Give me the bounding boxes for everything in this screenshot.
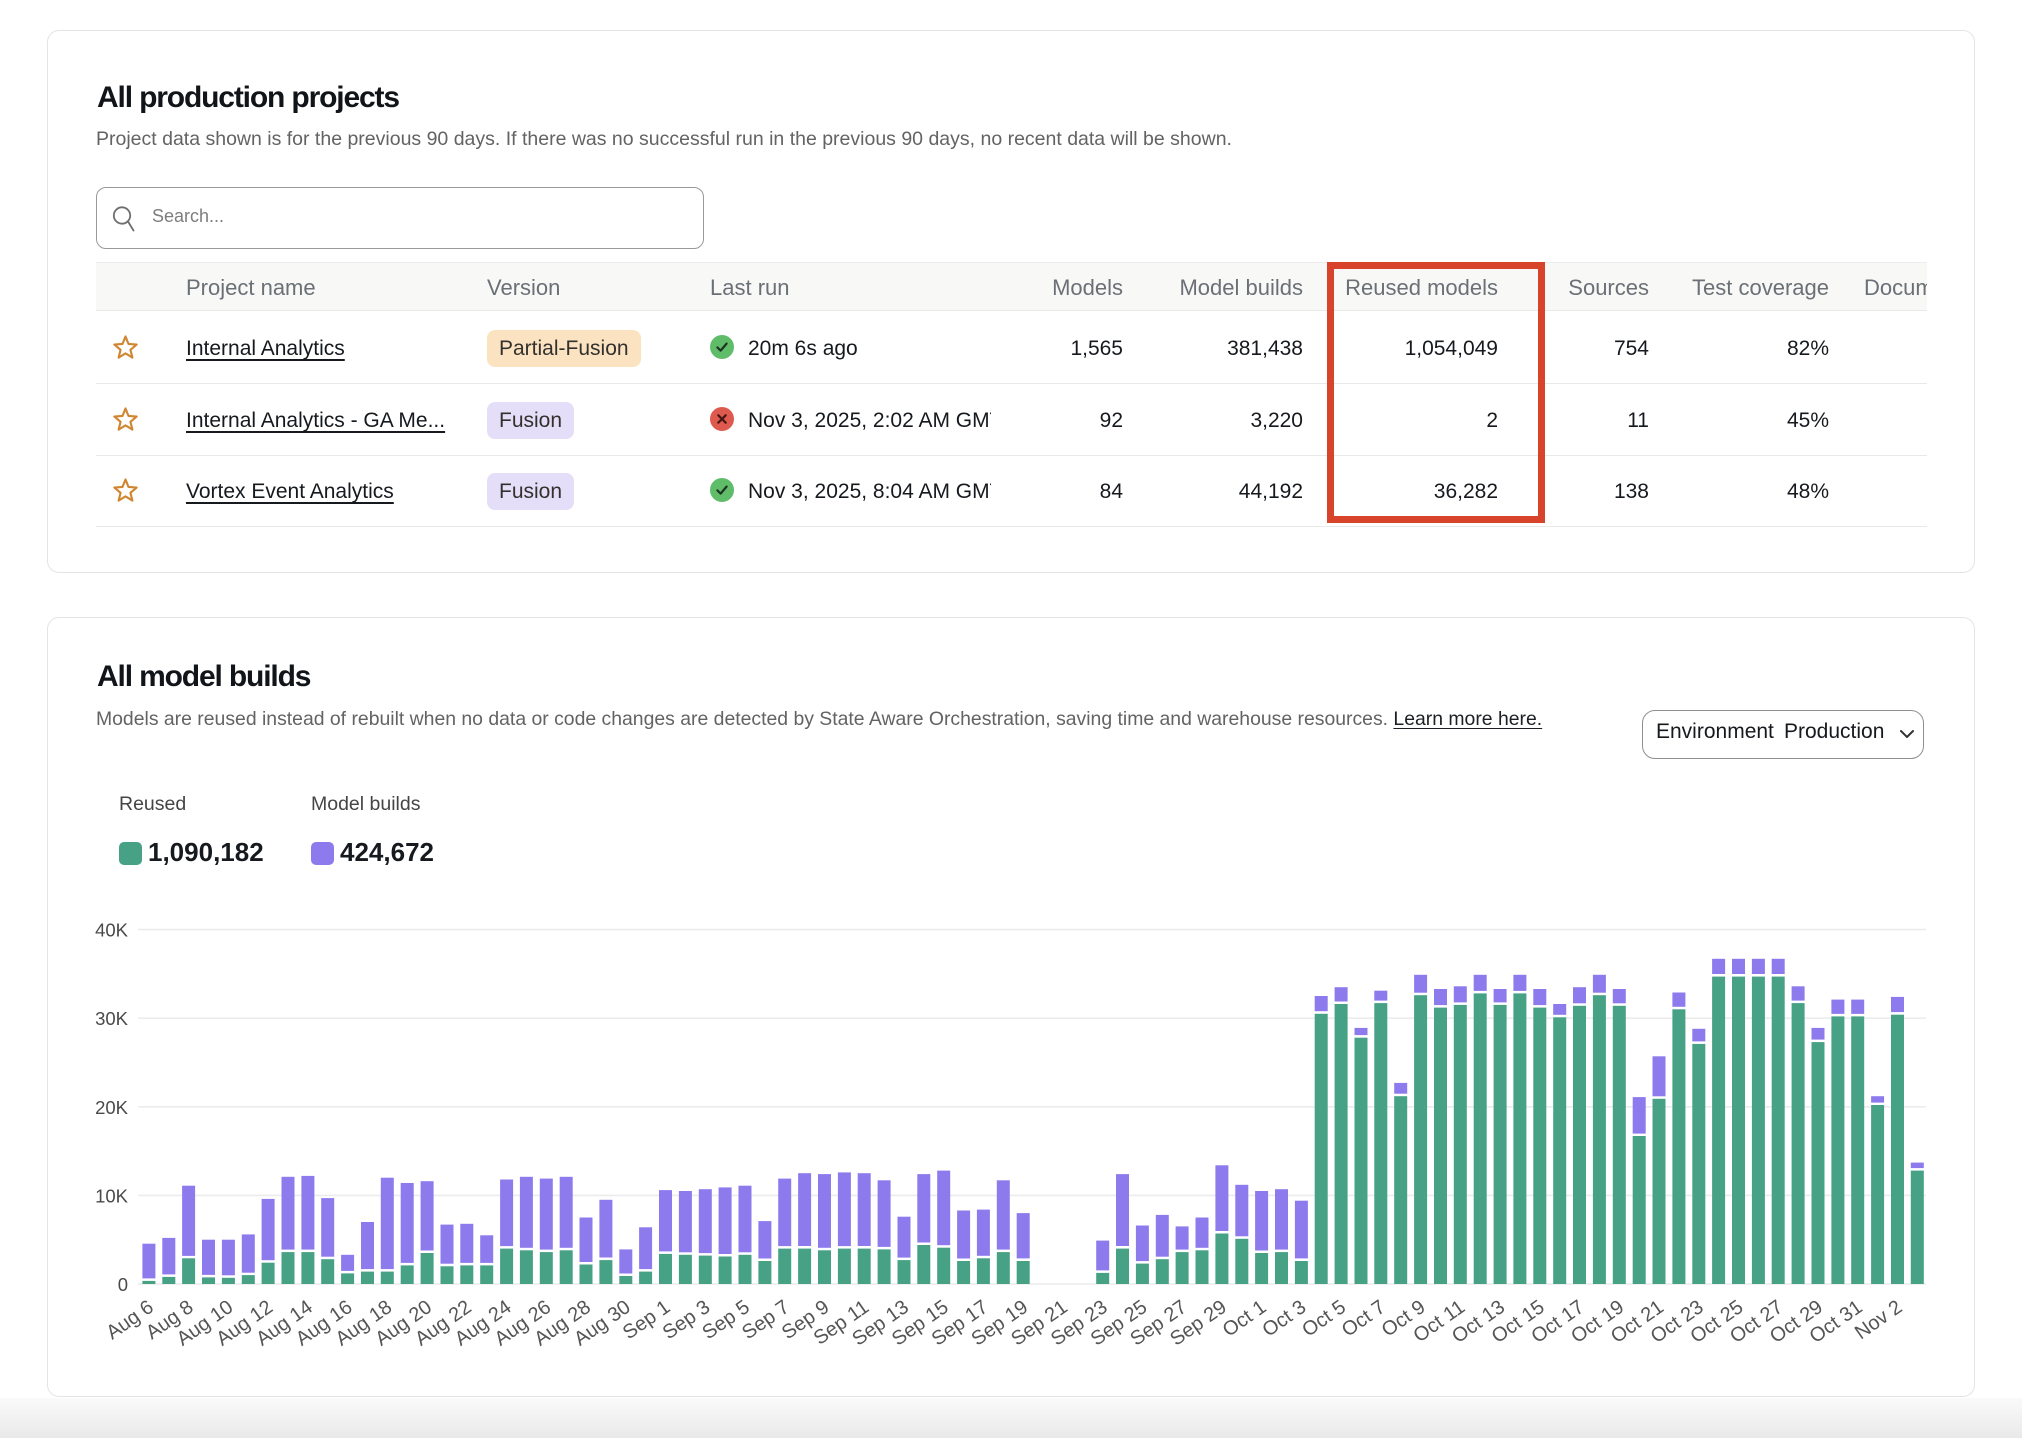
svg-text:0: 0	[118, 1274, 128, 1295]
svg-text:Oct 5: Oct 5	[1298, 1296, 1350, 1341]
svg-text:Oct 1: Oct 1	[1219, 1296, 1271, 1341]
svg-text:Nov 2: Nov 2	[1851, 1296, 1906, 1344]
svg-text:40K: 40K	[95, 920, 129, 941]
svg-text:20K: 20K	[95, 1097, 129, 1118]
svg-text:Oct 7: Oct 7	[1338, 1296, 1390, 1341]
svg-text:10K: 10K	[95, 1185, 129, 1206]
svg-text:30K: 30K	[95, 1008, 129, 1029]
svg-text:Oct 3: Oct 3	[1258, 1296, 1310, 1341]
